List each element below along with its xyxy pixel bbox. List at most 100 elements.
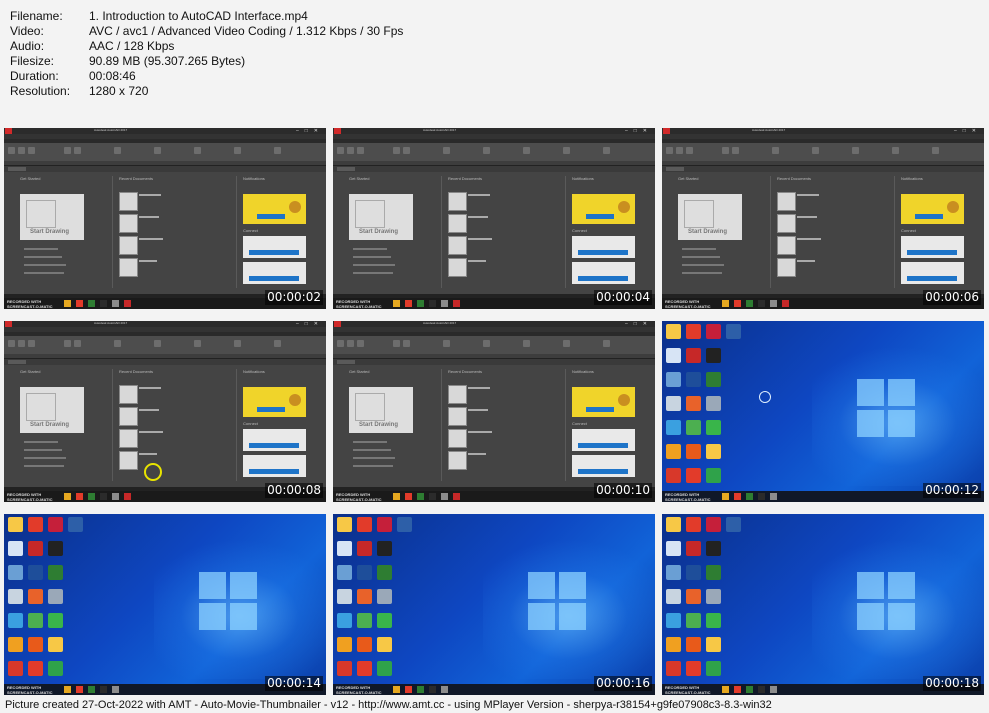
link-open-files[interactable] <box>24 248 58 250</box>
tool-icon[interactable] <box>686 147 693 154</box>
start-tab[interactable] <box>666 167 684 171</box>
excel-icon[interactable] <box>746 686 753 693</box>
chrome-icon[interactable] <box>76 300 83 307</box>
desktop-icon[interactable] <box>397 517 412 532</box>
tool-icon[interactable] <box>154 340 161 347</box>
desktop-icon[interactable] <box>377 637 392 652</box>
chrome-icon[interactable] <box>357 661 372 676</box>
desktop-icon[interactable] <box>48 589 63 604</box>
thumbnail-frame[interactable]: Autodesk AutoCAD 2017 –□✕ Get Started Re… <box>4 128 326 309</box>
sign-in-button[interactable] <box>578 250 628 255</box>
link-open-sheet-set[interactable] <box>24 256 62 258</box>
recent-doc-name[interactable] <box>139 216 159 218</box>
desktop-icon[interactable] <box>666 420 681 435</box>
desktop-icon[interactable] <box>706 324 721 339</box>
tool-icon[interactable] <box>523 147 530 154</box>
desktop-icon[interactable] <box>706 372 721 387</box>
autocad-icon[interactable] <box>28 541 43 556</box>
update-button[interactable] <box>586 407 614 412</box>
start-drawing-button[interactable]: Start Drawing <box>20 194 84 240</box>
send-feedback-button[interactable] <box>907 276 957 281</box>
chrome-icon[interactable] <box>686 661 701 676</box>
desktop-icon[interactable] <box>706 565 721 580</box>
start-tab[interactable] <box>337 167 355 171</box>
autocad-icon[interactable] <box>124 300 131 307</box>
desktop-icon[interactable] <box>8 589 23 604</box>
chrome-icon[interactable] <box>28 661 43 676</box>
folder-icon[interactable] <box>393 493 400 500</box>
tool-icon[interactable] <box>154 147 161 154</box>
tool-icon[interactable] <box>74 147 81 154</box>
chrome-icon[interactable] <box>734 686 741 693</box>
app-icon[interactable] <box>441 493 448 500</box>
recent-doc-thumbnail[interactable] <box>119 258 138 277</box>
link-sample-drawings[interactable] <box>353 272 393 274</box>
recent-doc-thumbnail[interactable] <box>119 451 138 470</box>
link-open-files[interactable] <box>682 248 716 250</box>
desktop-icon[interactable] <box>337 613 352 628</box>
tool-icon[interactable] <box>563 340 570 347</box>
send-feedback-button[interactable] <box>578 276 628 281</box>
desktop-icon[interactable] <box>706 396 721 411</box>
tool-icon[interactable] <box>892 147 899 154</box>
desktop-icon[interactable] <box>686 372 701 387</box>
desktop-icon[interactable] <box>686 444 701 459</box>
update-button[interactable] <box>586 214 614 219</box>
desktop-icon[interactable] <box>666 468 681 483</box>
tool-icon[interactable] <box>194 340 201 347</box>
link-open-sheet-set[interactable] <box>24 449 62 451</box>
app-icon[interactable] <box>100 686 107 693</box>
recent-doc-thumbnail[interactable] <box>448 192 467 211</box>
desktop-icon[interactable] <box>666 661 681 676</box>
desktop-icon[interactable] <box>377 661 392 676</box>
recent-doc-thumbnail[interactable] <box>777 236 796 255</box>
desktop-icon[interactable] <box>357 565 372 580</box>
recent-doc-name[interactable] <box>468 238 492 240</box>
link-templates-online[interactable] <box>682 264 724 266</box>
chrome-icon[interactable] <box>734 300 741 307</box>
recent-doc-name[interactable] <box>468 194 490 196</box>
folder-icon[interactable] <box>722 686 729 693</box>
autocad-icon[interactable] <box>453 493 460 500</box>
tool-icon[interactable] <box>483 147 490 154</box>
chrome-icon[interactable] <box>734 493 741 500</box>
desktop-icon[interactable] <box>48 541 63 556</box>
desktop-icon[interactable] <box>337 589 352 604</box>
desktop-icon[interactable] <box>28 589 43 604</box>
app-icon[interactable] <box>112 300 119 307</box>
link-templates-online[interactable] <box>24 264 66 266</box>
desktop-icon[interactable] <box>666 517 681 532</box>
sign-in-button[interactable] <box>578 443 628 448</box>
ribbon[interactable] <box>662 143 984 166</box>
desktop-icon[interactable] <box>337 541 352 556</box>
app-icon[interactable] <box>112 493 119 500</box>
recent-doc-name[interactable] <box>139 260 157 262</box>
excel-icon[interactable] <box>88 493 95 500</box>
recent-doc-thumbnail[interactable] <box>777 214 796 233</box>
recent-doc-thumbnail[interactable] <box>119 385 138 404</box>
desktop-icon[interactable] <box>686 589 701 604</box>
tool-icon[interactable] <box>8 147 15 154</box>
excel-icon[interactable] <box>417 300 424 307</box>
start-drawing-button[interactable]: Start Drawing <box>678 194 742 240</box>
recent-doc-thumbnail[interactable] <box>119 192 138 211</box>
chrome-icon[interactable] <box>405 300 412 307</box>
send-feedback-button[interactable] <box>249 469 299 474</box>
app-icon[interactable] <box>770 300 777 307</box>
tool-icon[interactable] <box>337 147 344 154</box>
ribbon[interactable] <box>333 143 655 166</box>
desktop-icon[interactable] <box>337 565 352 580</box>
app-icon[interactable] <box>770 686 777 693</box>
start-drawing-button[interactable]: Start Drawing <box>349 387 413 433</box>
desktop-icon[interactable] <box>337 661 352 676</box>
tool-icon[interactable] <box>523 340 530 347</box>
app-icon[interactable] <box>429 493 436 500</box>
tool-icon[interactable] <box>357 340 364 347</box>
desktop-icon[interactable] <box>666 444 681 459</box>
desktop-icon[interactable] <box>666 565 681 580</box>
autocad-icon[interactable] <box>453 300 460 307</box>
app-icon[interactable] <box>758 300 765 307</box>
desktop-icon[interactable] <box>706 613 721 628</box>
app-icon[interactable] <box>441 300 448 307</box>
update-button[interactable] <box>257 407 285 412</box>
